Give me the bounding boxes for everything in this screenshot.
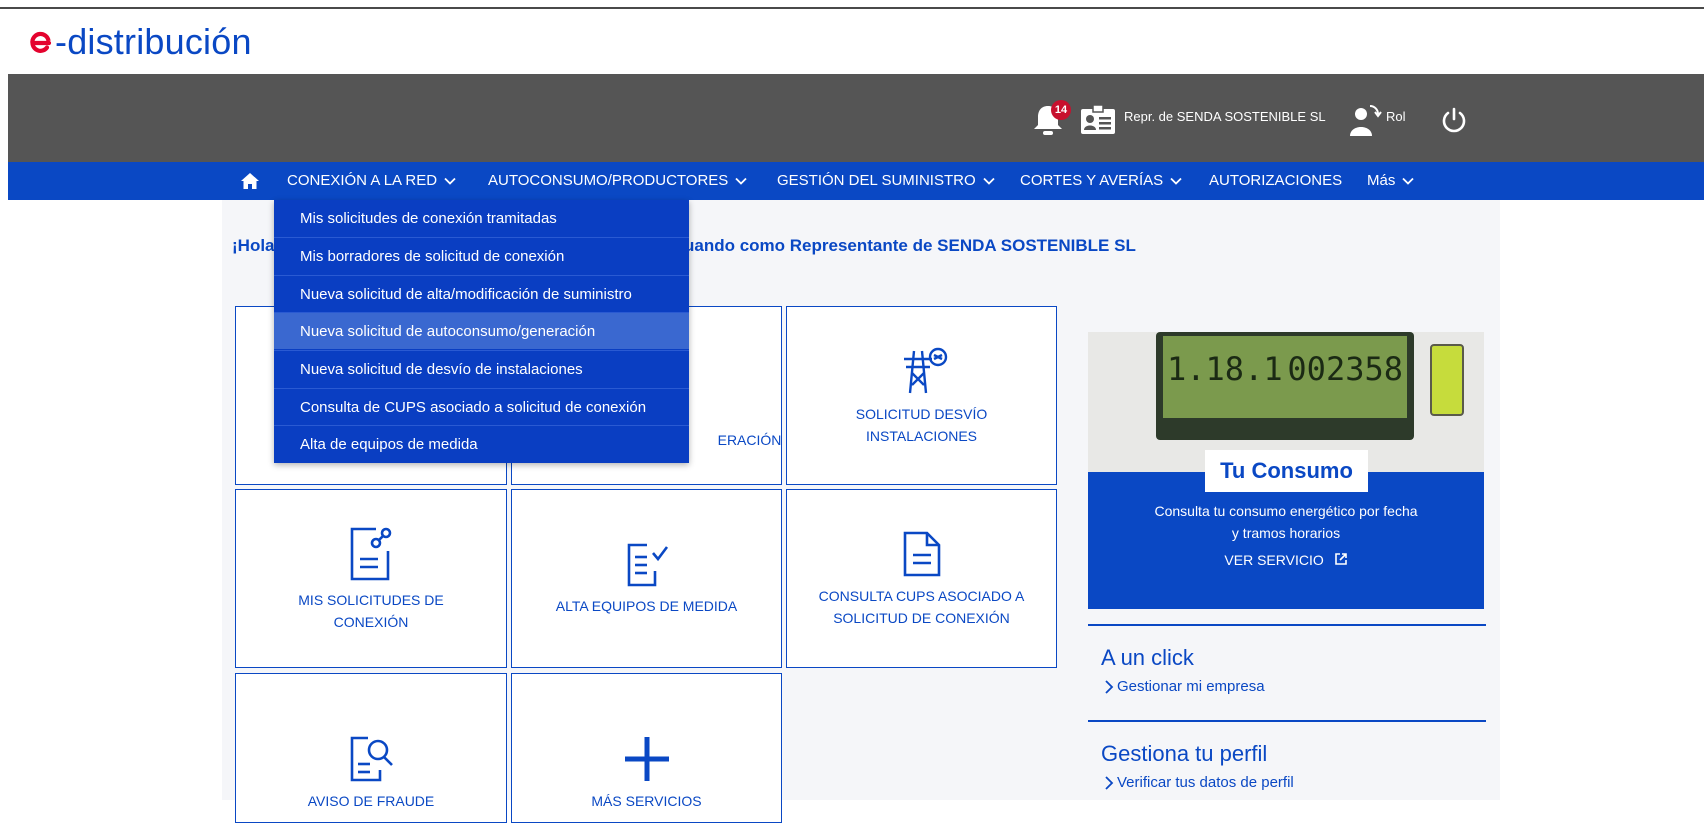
brand-name: -distribución <box>55 21 252 62</box>
dropdown-item[interactable]: Nueva solicitud de alta/modificación de … <box>274 275 689 312</box>
tile-mas-servicios[interactable]: MÁS SERVICIOS <box>511 673 782 823</box>
tile-aviso-fraude[interactable]: AVISO DE FRAUDE <box>235 673 507 823</box>
representative-label[interactable]: Repr. de SENDA SOSTENIBLE SL <box>1124 109 1326 124</box>
power-icon[interactable] <box>1440 106 1468 134</box>
section-divider <box>1088 624 1486 626</box>
greeting-start: ¡Hola <box>232 236 275 255</box>
nav-cortes-averias[interactable]: CORTES Y AVERÍAS <box>1020 162 1183 200</box>
nav-autoconsumo[interactable]: AUTOCONSUMO/PRODUCTORES <box>488 162 748 200</box>
power-tower-icon <box>903 347 947 393</box>
document-icon <box>903 531 940 576</box>
main-nav: CONEXIÓN A LA RED AUTOCONSUMO/PRODUCTORE… <box>0 162 1704 200</box>
document-link-icon <box>350 527 392 580</box>
a-un-click-title: A un click <box>1101 645 1194 670</box>
chevron-down-icon <box>735 177 747 185</box>
dropdown-item[interactable]: Mis borradores de solicitud de conexión <box>274 237 689 274</box>
tile-label: MIS SOLICITUDES DE CONEXIÓN <box>298 591 444 630</box>
dropdown-item[interactable]: Alta de equipos de medida <box>274 425 689 462</box>
nav-conexion-a-la-red[interactable]: CONEXIÓN A LA RED <box>287 162 457 200</box>
tile-label: SOLICITUD DESVÍO INSTALACIONES <box>855 405 988 444</box>
top-border <box>0 7 1704 9</box>
notifications-button[interactable]: 14 <box>1028 100 1071 140</box>
meter-reading-left: 1.18.1 <box>1167 350 1283 388</box>
nav-mas[interactable]: Más <box>1367 162 1415 200</box>
section-divider <box>1088 720 1486 722</box>
tile-mis-solicitudes[interactable]: MIS SOLICITUDES DE CONEXIÓN <box>235 489 507 668</box>
tile-label: ALTA EQUIPOS DE MEDIDA <box>555 597 738 614</box>
dropdown-item-highlighted[interactable]: Nueva solicitud de autoconsumo/generació… <box>274 312 689 349</box>
verificar-perfil-link[interactable]: Verificar tus datos de perfil <box>1104 774 1294 791</box>
chevron-right-icon <box>1105 679 1114 694</box>
document-check-icon <box>627 543 668 586</box>
tile-label: CONSULTA CUPS ASOCIADO A SOLICITUD DE CON… <box>818 587 1025 626</box>
nav-label: GESTIÓN DEL SUMINISTRO <box>777 172 976 189</box>
plus-icon <box>624 737 669 781</box>
switch-role-icon[interactable] <box>1348 102 1382 138</box>
gestionar-empresa-link[interactable]: Gestionar mi empresa <box>1104 678 1265 695</box>
nav-label: Más <box>1367 172 1396 189</box>
nav-label: CORTES Y AVERÍAS <box>1020 172 1164 189</box>
tile-alta-equipos[interactable]: ALTA EQUIPOS DE MEDIDA <box>511 489 782 668</box>
nav-label: AUTOCONSUMO/PRODUCTORES <box>488 172 729 189</box>
dropdown-item[interactable]: Nueva solicitud de desvío de instalacion… <box>274 350 689 387</box>
nav-label: CONEXIÓN A LA RED <box>287 172 438 189</box>
id-card-icon[interactable] <box>1080 105 1116 135</box>
tile-solicitud-desvio[interactable]: SOLICITUD DESVÍO INSTALACIONES <box>786 306 1057 485</box>
conexion-dropdown-menu: Mis solicitudes de conexión tramitadas M… <box>274 200 689 463</box>
chevron-down-icon <box>444 177 456 185</box>
chevron-down-icon <box>1402 177 1414 185</box>
greeting-end: uando como Representante de SENDA SOSTEN… <box>684 236 1136 255</box>
tile-label: MÁS SERVICIOS <box>591 793 702 809</box>
chevron-right-icon <box>1105 775 1114 790</box>
ver-servicio-link[interactable]: VER SERVICIO <box>1088 552 1484 568</box>
nav-gestion-suministro[interactable]: GESTIÓN DEL SUMINISTRO <box>777 162 996 200</box>
nav-label: AUTORIZACIONES <box>1209 172 1343 189</box>
tile-label: ERACIÓN <box>717 432 782 448</box>
notification-badge: 14 <box>1051 100 1071 120</box>
external-link-icon <box>1334 553 1347 565</box>
dropdown-item[interactable]: Mis solicitudes de conexión tramitadas <box>274 200 689 237</box>
promo-description: Consulta tu consumo energético por fecha… <box>1154 503 1418 541</box>
gestiona-perfil-title: Gestiona tu perfil <box>1101 741 1268 766</box>
dropdown-item[interactable]: Consulta de CUPS asociado a solicitud de… <box>274 388 689 425</box>
nav-autorizaciones[interactable]: AUTORIZACIONES <box>1209 162 1342 200</box>
meter-lcd: 1.18.1 002358 <box>1163 336 1407 418</box>
chevron-down-icon <box>983 177 995 185</box>
meter-led <box>1430 344 1464 416</box>
tile-label: AVISO DE FRAUDE <box>307 793 435 809</box>
document-search-icon <box>350 736 393 782</box>
brand-e-icon <box>30 31 52 53</box>
meter-screen: 1.18.1 002358 <box>1156 332 1414 440</box>
chevron-down-icon <box>1170 177 1182 185</box>
meter-reading-right: 002358 <box>1287 350 1403 388</box>
tile-consulta-cups[interactable]: CONSULTA CUPS ASOCIADO A SOLICITUD DE CON… <box>786 489 1057 668</box>
promo-title: Tu Consumo <box>1205 450 1368 492</box>
role-label[interactable]: Rol <box>1386 109 1406 124</box>
logo[interactable]: -distribución <box>27 22 252 62</box>
